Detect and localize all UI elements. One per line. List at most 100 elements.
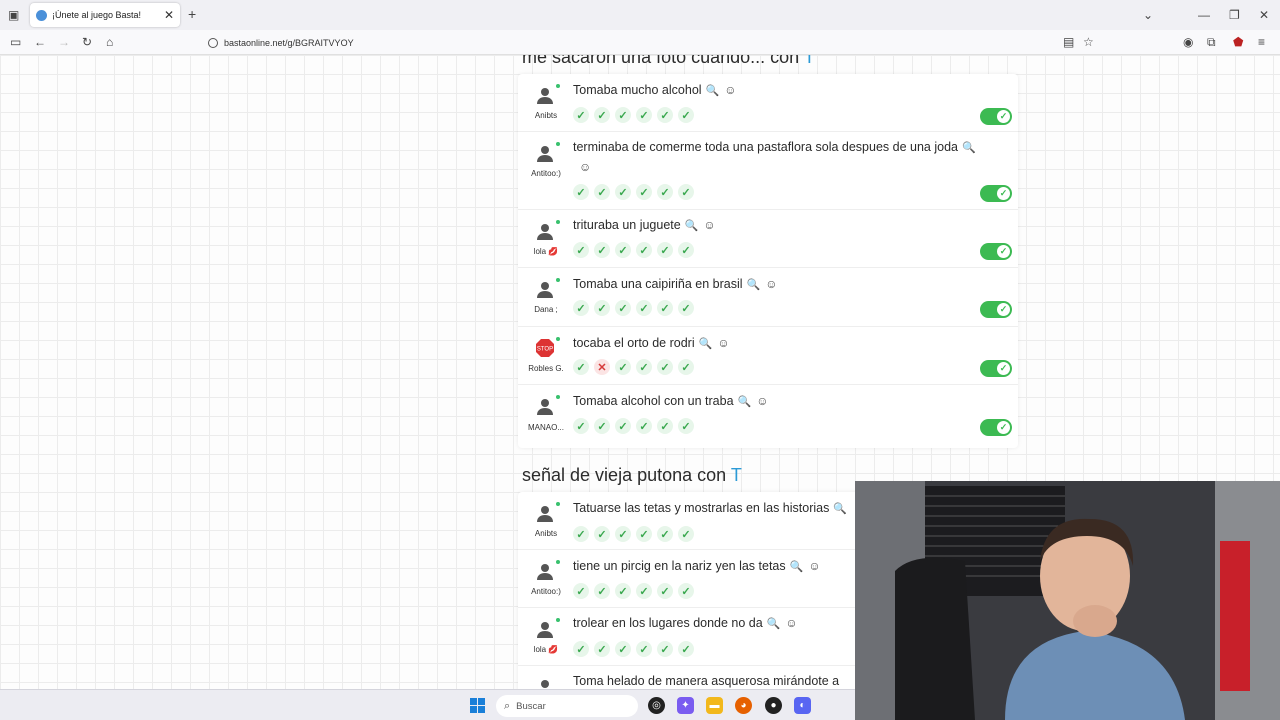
vote-list: ✓ ✓ ✓ ✓ ✓ ✓	[573, 583, 694, 599]
close-tab-icon[interactable]: ✕	[164, 8, 174, 22]
tab-overflow-chevron-icon[interactable]: ⌄	[1143, 8, 1153, 22]
minimize-icon[interactable]: —	[1198, 8, 1210, 22]
search-icon[interactable]: 🔍	[790, 561, 804, 573]
emoji-react-icon[interactable]: ☺	[756, 394, 768, 408]
user-avatar-icon	[535, 561, 555, 581]
vote-check-icon: ✓	[594, 242, 610, 258]
search-icon[interactable]: 🔍	[699, 338, 713, 350]
close-window-icon[interactable]: ✕	[1259, 8, 1269, 22]
emoji-react-icon[interactable]: ☺	[785, 616, 797, 630]
answer-row: lola 💋 trituraba un juguete 🔍 ☺ ✓ ✓ ✓ ✓ ✓ ✓ ✓	[518, 210, 1018, 268]
emoji-react-icon[interactable]: ☺	[703, 218, 715, 232]
answer-text: trituraba un juguete 🔍 ☺	[573, 216, 993, 236]
user-avatar-icon	[535, 279, 555, 299]
site-favicon-icon	[36, 9, 47, 21]
search-icon[interactable]: 🔍	[767, 618, 781, 630]
search-icon[interactable]: 🔍	[706, 85, 720, 97]
category-title-text: me sacaron una foto cuando... con	[522, 55, 800, 67]
accept-toggle[interactable]: ✓	[980, 185, 1012, 202]
maximize-icon[interactable]: ❐	[1229, 8, 1240, 22]
accept-toggle[interactable]: ✓	[980, 243, 1012, 260]
accept-toggle[interactable]: ✓	[980, 419, 1012, 436]
vote-list: ✓ ✓ ✓ ✓ ✓ ✓	[573, 300, 694, 316]
vote-check-icon: ✓	[678, 526, 694, 542]
vote-check-icon: ✓	[573, 300, 589, 316]
copilot-icon[interactable]: ✦	[677, 697, 694, 714]
vote-check-icon: ✓	[573, 418, 589, 434]
vote-check-icon: ✓	[615, 300, 631, 316]
vote-check-icon: ✓	[657, 359, 673, 375]
online-indicator	[556, 84, 560, 88]
address-bar[interactable]: bastaonline.net/g/BGRAITVYOY	[200, 33, 1100, 52]
answer-label: Tomaba alcohol con un traba	[573, 394, 734, 408]
emoji-react-icon[interactable]: ☺	[765, 277, 777, 291]
vote-check-icon: ✓	[636, 526, 652, 542]
back-icon[interactable]: ←	[34, 35, 46, 49]
steam-icon[interactable]: ●	[765, 697, 782, 714]
app-icon[interactable]: ◎	[648, 697, 665, 714]
reader-view-icon[interactable]: ▤	[1063, 35, 1074, 49]
browser-tab[interactable]: ¡Únete al juego Basta! ✕	[30, 3, 180, 27]
windows-start-icon[interactable]	[470, 698, 485, 713]
answer-text: terminaba de comerme toda una pastaflora…	[573, 138, 1003, 177]
search-icon[interactable]: 🔍	[747, 279, 761, 291]
vote-check-icon: ✓	[657, 242, 673, 258]
reload-icon[interactable]: ↻	[82, 35, 92, 49]
answer-label: tiene un pircig en la nariz yen las teta…	[573, 559, 786, 573]
player-name: Robles G.	[528, 364, 564, 373]
online-indicator	[556, 502, 560, 506]
vote-list: ✓ ✓ ✓ ✓ ✓ ✓	[573, 641, 694, 657]
menu-icon[interactable]: ≡	[1258, 35, 1265, 49]
emoji-react-icon[interactable]: ☺	[724, 83, 736, 97]
vote-check-icon: ✓	[636, 359, 652, 375]
new-tab-button[interactable]: +	[188, 6, 196, 22]
vote-list: ✓ ✕ ✓ ✓ ✓ ✓	[573, 359, 694, 375]
vote-check-icon: ✓	[573, 641, 589, 657]
vote-check-icon: ✓	[615, 583, 631, 599]
site-info-icon[interactable]	[208, 37, 218, 48]
vote-check-icon: ✓	[678, 184, 694, 200]
emoji-react-icon[interactable]: ☺	[579, 160, 591, 174]
vote-cross-icon: ✕	[594, 359, 610, 375]
online-indicator	[556, 337, 560, 341]
sidebar-icon[interactable]: ▭	[10, 35, 21, 49]
user-avatar-icon	[535, 396, 555, 416]
search-icon[interactable]: 🔍	[833, 503, 847, 515]
file-explorer-icon[interactable]: ▬	[706, 697, 723, 714]
accept-toggle[interactable]: ✓	[980, 301, 1012, 318]
vote-check-icon: ✓	[678, 359, 694, 375]
vote-list: ✓ ✓ ✓ ✓ ✓ ✓	[573, 107, 694, 123]
bookmark-star-icon[interactable]: ☆	[1083, 35, 1094, 49]
vote-check-icon: ✓	[573, 107, 589, 123]
search-icon[interactable]: 🔍	[738, 396, 752, 408]
firefox-icon[interactable]: ◕	[735, 697, 752, 714]
user-avatar-stop-icon: STOP	[535, 338, 555, 358]
tab-list-icon[interactable]: ▣	[8, 8, 19, 22]
account-icon[interactable]: ◉	[1183, 35, 1193, 49]
discord-icon[interactable]: ◐	[794, 697, 811, 714]
search-icon[interactable]: 🔍	[685, 220, 699, 232]
vote-check-icon: ✓	[615, 242, 631, 258]
answer-label: Tatuarse las tetas y mostrarlas en las h…	[573, 501, 830, 515]
search-icon[interactable]: 🔍	[962, 142, 976, 154]
nav-bar: ▭ ← → ↻ ⌂ bastaonline.net/g/BGRAITVYOY ▤…	[0, 30, 1280, 55]
player-name: lola 💋	[533, 645, 559, 654]
accept-toggle[interactable]: ✓	[980, 360, 1012, 377]
emoji-react-icon[interactable]: ☺	[808, 559, 820, 573]
extension-shield-icon[interactable]: ⬟	[1233, 35, 1243, 49]
extensions-icon[interactable]: ⧉	[1207, 35, 1216, 50]
tab-bar: ▣ ¡Únete al juego Basta! ✕ + ⌄ — ❐ ✕	[0, 0, 1280, 30]
vote-check-icon: ✓	[636, 418, 652, 434]
vote-check-icon: ✓	[657, 184, 673, 200]
answer-text: Tomaba mucho alcohol 🔍 ☺	[573, 81, 993, 101]
toggle-check-icon: ✓	[997, 245, 1010, 258]
home-icon[interactable]: ⌂	[106, 35, 113, 49]
emoji-react-icon[interactable]: ☺	[717, 336, 729, 350]
vote-check-icon: ✓	[636, 300, 652, 316]
user-avatar-icon	[535, 677, 555, 689]
taskbar-search[interactable]: ⌕ Buscar	[496, 695, 638, 717]
accept-toggle[interactable]: ✓	[980, 108, 1012, 125]
vote-check-icon: ✓	[615, 107, 631, 123]
vote-check-icon: ✓	[573, 242, 589, 258]
forward-icon[interactable]: →	[58, 35, 70, 49]
